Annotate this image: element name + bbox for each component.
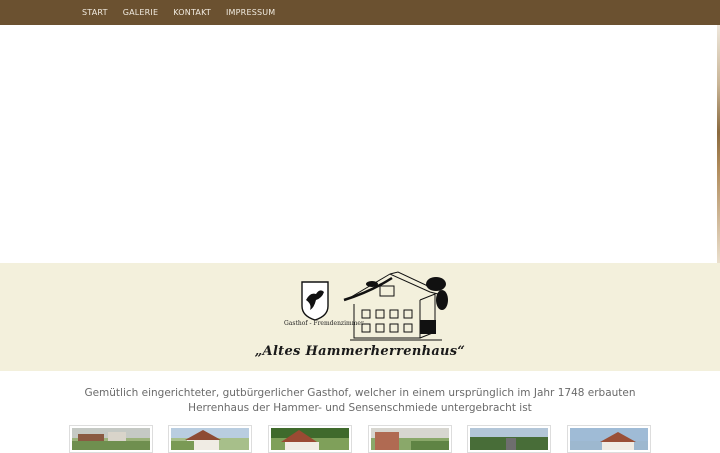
logo-subtitle: Gasthof - Fremdenzimmer [284, 320, 364, 327]
logo-title: „Altes Hammerherrenhaus“ [254, 344, 466, 359]
nav-menu: START GALERIE KONTAKT IMPRESSUM [0, 0, 720, 25]
gallery-thumb-2[interactable] [168, 425, 252, 453]
gallery-thumbnails [67, 425, 667, 453]
nav-item-galerie[interactable]: GALERIE [123, 8, 159, 17]
intro-text: Gemütlich eingerichteter, gutbürgerliche… [84, 387, 636, 414]
gallery-thumb-3[interactable] [268, 425, 352, 453]
nav-item-start[interactable]: START [82, 8, 108, 17]
gallery-thumb-6[interactable] [567, 425, 651, 453]
nav-item-kontakt[interactable]: KONTAKT [173, 8, 211, 17]
top-navigation: START GALERIE KONTAKT IMPRESSUM [0, 0, 720, 26]
nav-item-impressum[interactable]: IMPRESSUM [226, 8, 275, 17]
gallery-thumb-5[interactable] [467, 425, 551, 453]
gallery-thumb-1[interactable] [69, 425, 153, 453]
hero-slider[interactable] [0, 25, 720, 263]
gallery-thumb-4[interactable] [368, 425, 452, 453]
